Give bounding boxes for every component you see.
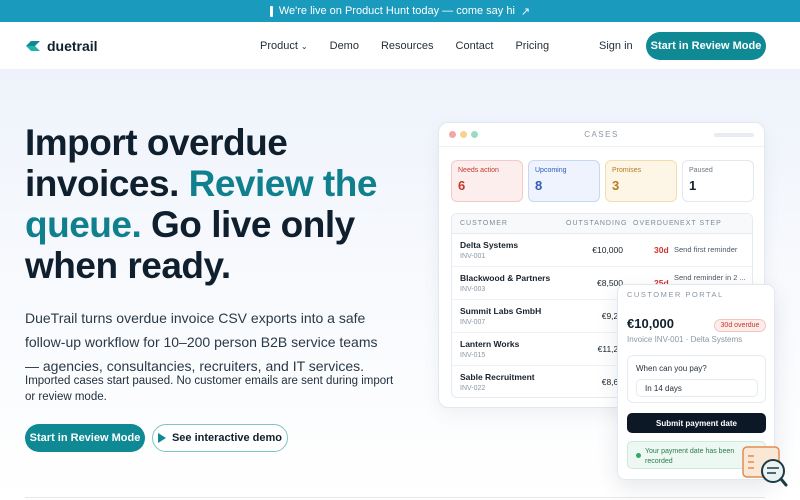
- pay-date-question: When can you pay?: [636, 364, 707, 373]
- nav-link-pricing[interactable]: Pricing: [515, 40, 549, 52]
- nav-link-product[interactable]: Product ⌄: [260, 40, 308, 52]
- row-invoice: INV-007: [460, 319, 486, 326]
- table-row[interactable]: Delta Systems INV-001 €10,000 30d Send f…: [452, 234, 752, 267]
- table-header: CUSTOMER OUTSTANDING OVERDUE NEXT STEP: [452, 214, 752, 234]
- logo-text: duetrail: [47, 38, 98, 54]
- submit-payment-date-button[interactable]: Submit payment date: [627, 413, 766, 433]
- pay-date-select[interactable]: In 14 days: [636, 379, 758, 397]
- row-invoice: INV-015: [460, 352, 486, 359]
- row-invoice: INV-001: [460, 253, 486, 260]
- announcement-bar[interactable]: We're live on Product Hunt today — come …: [0, 0, 800, 22]
- logo-mark-icon: [25, 39, 41, 53]
- row-customer: Summit Labs GmbH: [460, 306, 542, 316]
- row-customer: Blackwood & Partners: [460, 273, 551, 283]
- stat-upcoming[interactable]: Upcoming 8: [528, 160, 600, 202]
- section-divider: [25, 497, 765, 498]
- hero-headline: Import overdue invoices. Review the queu…: [25, 122, 405, 286]
- row-next-step: Send reminder in 2 ...: [674, 273, 746, 282]
- announcement-pin-icon: [269, 5, 273, 17]
- success-dot-icon: [636, 453, 641, 458]
- portal-title: CUSTOMER PORTAL: [627, 290, 724, 299]
- nav-links: Product ⌄ Demo Resources Contact Pricing: [260, 40, 549, 52]
- stat-label: Paused: [689, 167, 713, 174]
- row-customer: Lantern Works: [460, 339, 520, 349]
- cases-window-bar: CASES: [439, 123, 764, 147]
- nav-link-resources[interactable]: Resources: [381, 40, 434, 52]
- pay-date-form: When can you pay? In 14 days: [627, 355, 766, 403]
- chevron-down-icon: ⌄: [300, 42, 308, 51]
- stat-label: Needs action: [458, 167, 499, 174]
- stat-needs-action[interactable]: Needs action 6: [451, 160, 523, 202]
- stat-label: Promises: [612, 167, 642, 174]
- row-invoice: INV-003: [460, 286, 486, 293]
- row-amount: €10,000: [592, 245, 623, 255]
- chat-search-icon: [742, 446, 788, 487]
- stat-value: 3: [612, 178, 620, 193]
- col-outstanding: OUTSTANDING: [566, 220, 628, 227]
- interactive-demo-label: See interactive demo: [171, 432, 283, 444]
- nav-link-contact[interactable]: Contact: [456, 40, 494, 52]
- top-nav: duetrail Product ⌄ Demo Resources Contact…: [0, 22, 800, 70]
- external-arrow-icon: ↗: [520, 5, 531, 18]
- portal-invoice-info: Invoice INV-001 · Delta Systems: [627, 335, 743, 344]
- stat-promises[interactable]: Promises 3: [605, 160, 677, 202]
- col-next-step: NEXT STEP: [674, 220, 722, 227]
- start-review-mode-button[interactable]: Start in Review Mode: [25, 424, 145, 452]
- help-chat-widget[interactable]: [742, 446, 788, 488]
- window-bar-placeholder: [714, 133, 754, 137]
- stat-value: 1: [689, 178, 697, 193]
- stat-label: Upcoming: [535, 167, 567, 174]
- overdue-badge: 30d overdue: [714, 319, 766, 332]
- play-icon: [157, 433, 166, 443]
- nav-cta-button[interactable]: Start in Review Mode: [646, 32, 766, 60]
- row-customer: Sable Recruitment: [460, 372, 535, 382]
- row-next-step: Send first reminder: [674, 245, 738, 254]
- interactive-demo-button[interactable]: See interactive demo: [152, 424, 288, 452]
- sign-in-link[interactable]: Sign in: [599, 40, 633, 52]
- col-customer: CUSTOMER: [460, 220, 508, 227]
- col-overdue: OVERDUE: [633, 220, 675, 227]
- stat-paused[interactable]: Paused 1: [682, 160, 754, 202]
- hero-note: Imported cases start paused. No customer…: [25, 375, 394, 403]
- nav-link-demo[interactable]: Demo: [330, 40, 359, 52]
- portal-amount: €10,000: [627, 316, 674, 331]
- stat-value: 6: [458, 178, 466, 193]
- stat-value: 8: [535, 178, 543, 193]
- row-customer: Delta Systems: [460, 240, 519, 250]
- hero-subtitle: DueTrail turns overdue invoice CSV expor…: [25, 310, 378, 374]
- row-overdue: 30d: [654, 245, 669, 255]
- logo[interactable]: duetrail: [25, 38, 98, 54]
- announcement-text: We're live on Product Hunt today — come …: [278, 5, 515, 17]
- row-invoice: INV-022: [460, 385, 486, 392]
